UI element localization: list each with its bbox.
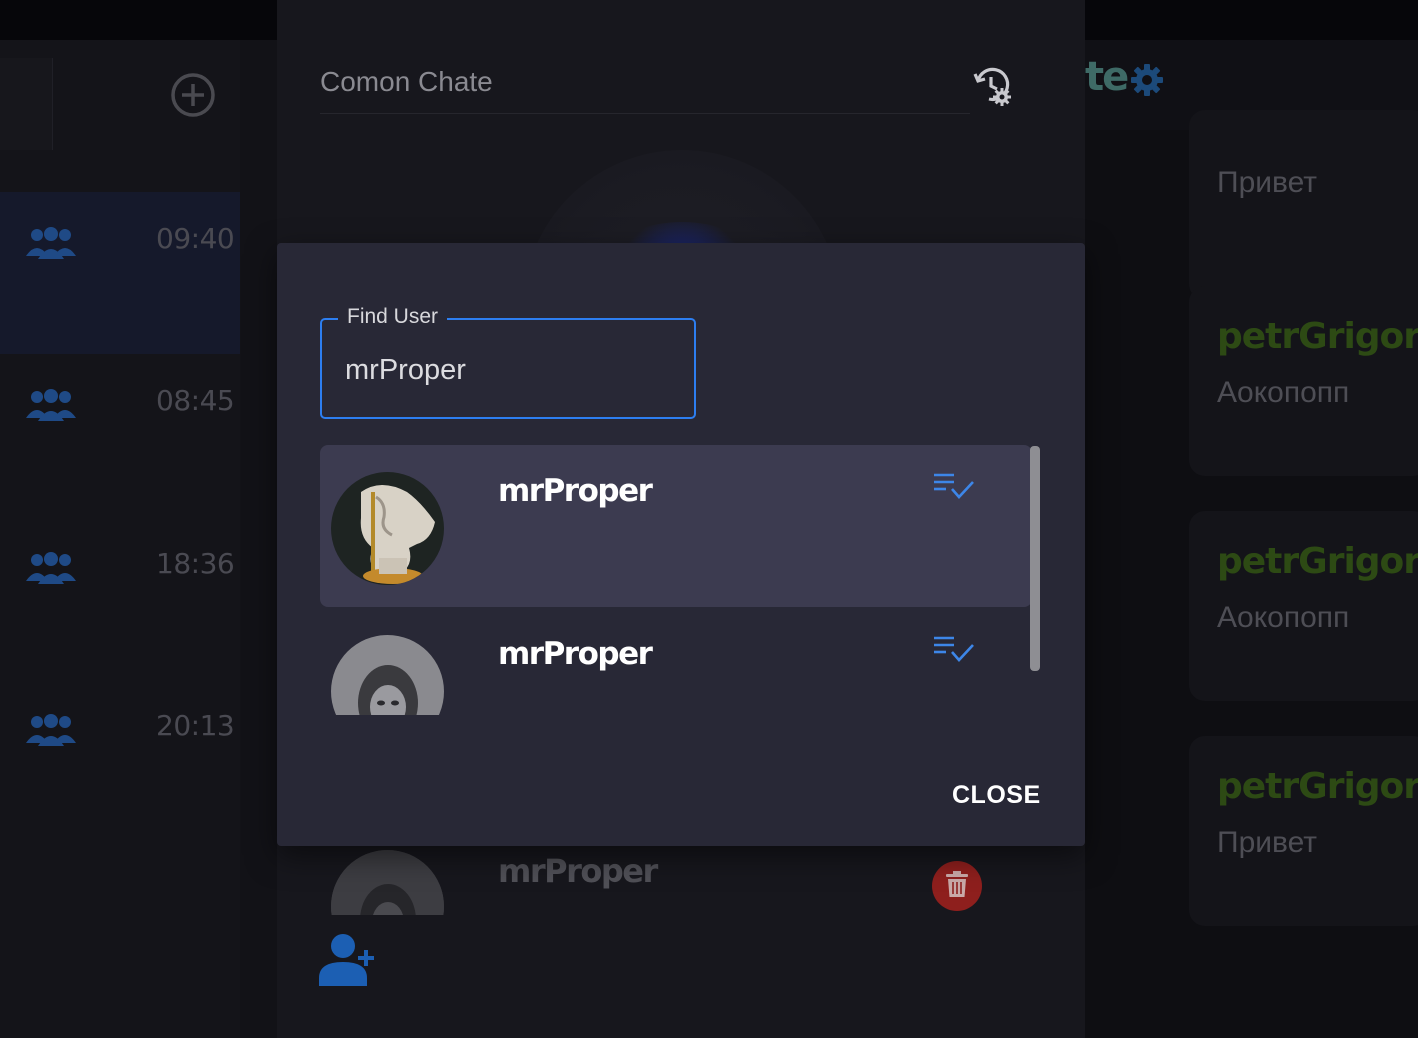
- chat-time: 08:45: [156, 384, 235, 417]
- message-text: Аокопопп: [1217, 601, 1350, 634]
- find-user-label: Find User: [338, 305, 448, 329]
- chat-list-header: [0, 40, 240, 152]
- chat-title: Comon Chate: [320, 66, 493, 97]
- message-card: petrGrigoret Привет: [1189, 736, 1418, 926]
- user-name: mrProper: [498, 636, 653, 672]
- add-user-icon[interactable]: [319, 930, 375, 988]
- find-user-input[interactable]: [345, 350, 675, 390]
- user-result-item[interactable]: mrProper: [320, 608, 1032, 715]
- divider: [320, 113, 970, 114]
- chat-header-title: te: [1085, 54, 1129, 100]
- message-author: petrGrigoret: [1217, 316, 1418, 357]
- message-text: Аокопопп: [1217, 376, 1350, 409]
- message-text: Привет: [1217, 166, 1318, 199]
- user-results-list: mrProper mrProper: [320, 445, 1032, 715]
- chat-item[interactable]: 20:13: [0, 679, 240, 841]
- message-card: petrGrigoret Аокопопп: [1189, 511, 1418, 701]
- trash-icon: [946, 871, 968, 897]
- user-avatar: [331, 472, 444, 585]
- chat-list-panel: 09:40 08:45 18:36 20:13: [0, 40, 240, 1038]
- results-scrollbar[interactable]: [1030, 446, 1040, 671]
- group-icon: [26, 389, 76, 421]
- group-icon: [26, 552, 76, 584]
- user-avatar: [331, 635, 444, 715]
- close-button[interactable]: CLOSE: [952, 781, 1041, 810]
- chat-item[interactable]: 18:36: [0, 517, 240, 679]
- chat-time: 20:13: [156, 709, 235, 742]
- message-text: Привет: [1217, 826, 1318, 859]
- message-card: petrGrigoret Аокопопп: [1189, 286, 1418, 476]
- chat-time: 09:40: [156, 222, 235, 255]
- message-author: petrGrigoret: [1217, 766, 1418, 807]
- gear-icon[interactable]: [1129, 62, 1165, 98]
- message-card: Привет: [1189, 110, 1418, 300]
- member-name: mrProper: [498, 852, 658, 890]
- find-user-dialog: Find User mrProper mrProper mrProper CLO…: [277, 243, 1085, 846]
- message-author: petrGrigoret: [1217, 541, 1418, 582]
- playlist-add-check-icon[interactable]: [932, 471, 976, 503]
- user-result-item[interactable]: mrProper: [320, 445, 1032, 607]
- user-name: mrProper: [498, 473, 653, 509]
- history-settings-icon[interactable]: [972, 66, 1014, 108]
- chat-item[interactable]: 09:40: [0, 192, 240, 354]
- add-circle-icon[interactable]: [170, 72, 216, 118]
- delete-button[interactable]: [932, 861, 982, 911]
- search-box[interactable]: [0, 58, 53, 150]
- messages-panel: Привет petrGrigoret Аокопопп petrGrigore…: [1085, 110, 1418, 1038]
- group-icon: [26, 714, 76, 746]
- chat-item[interactable]: 08:45: [0, 354, 240, 516]
- member-row: mrProper: [277, 846, 1085, 918]
- group-icon: [26, 227, 76, 259]
- find-user-field[interactable]: Find User: [320, 305, 696, 419]
- chat-time: 18:36: [156, 547, 235, 580]
- playlist-add-check-icon[interactable]: [932, 634, 976, 666]
